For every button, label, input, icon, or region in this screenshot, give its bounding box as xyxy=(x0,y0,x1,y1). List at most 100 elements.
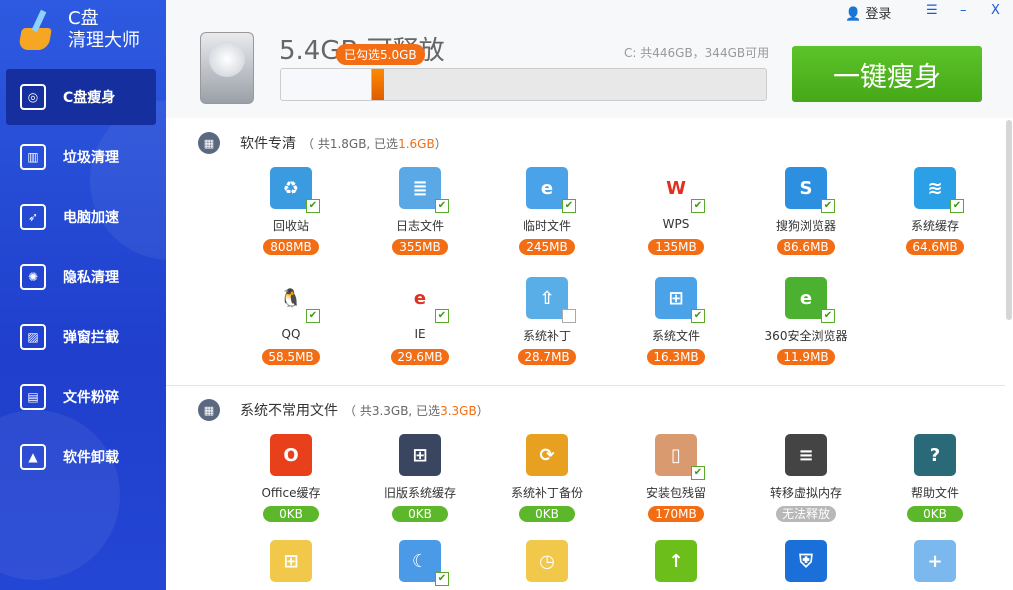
clean-item[interactable]: ▯✔安装包残留170MB xyxy=(616,434,736,522)
item-icon: ⛨ xyxy=(785,540,827,582)
item-size-badge: 135MB xyxy=(648,239,704,255)
item-checkbox[interactable]: ✔ xyxy=(435,572,449,586)
clean-item[interactable]: + xyxy=(875,540,995,582)
sidebar-item-label: C盘瘦身 xyxy=(63,87,115,107)
clean-item[interactable]: S✔搜狗浏览器86.6MB xyxy=(746,167,866,255)
file-icon: ▦ xyxy=(198,399,220,421)
clean-item[interactable]: ? 帮助文件 0KB xyxy=(875,434,995,522)
section-header: ▦软件专清（ 共1.8GB, 已选1.6GB） xyxy=(198,132,447,154)
item-checkbox[interactable]: ✔ xyxy=(691,466,705,480)
section-divider xyxy=(166,385,1005,386)
item-label: 旧版系统缓存 xyxy=(360,484,480,500)
item-checkbox[interactable]: ✔ xyxy=(562,309,576,323)
item-icon: ⊞✔ xyxy=(655,277,697,319)
selected-tooltip: 已勾选5.0GB xyxy=(336,44,425,65)
item-label: 系统文件 xyxy=(616,327,736,343)
privacy-icon: ✺ xyxy=(20,264,46,290)
section-selected: 3.3GB xyxy=(440,404,477,418)
sidebar-item-label: 隐私清理 xyxy=(63,267,119,287)
item-icon: e✔ xyxy=(785,277,827,319)
section-paren: ） xyxy=(435,137,447,151)
hard-disk-icon xyxy=(200,32,254,104)
item-checkbox[interactable]: ✔ xyxy=(691,199,705,213)
item-checkbox[interactable]: ✔ xyxy=(435,199,449,213)
clean-item[interactable]: ≣✔日志文件355MB xyxy=(360,167,480,255)
section-title: 软件专清 xyxy=(240,133,296,153)
clean-item[interactable]: ☾✔ xyxy=(360,540,480,582)
clean-item[interactable]: ⊞旧版系统缓存0KB xyxy=(360,434,480,522)
sidebar-item[interactable]: ▥垃圾清理 xyxy=(6,129,156,185)
item-label: 转移虚拟内存 xyxy=(746,484,866,500)
sidebar-item[interactable]: ◎ C盘瘦身 xyxy=(6,69,156,125)
disk-icon: ◎ xyxy=(20,84,46,110)
sidebar-item[interactable]: ✺ 隐私清理 xyxy=(6,249,156,305)
item-checkbox[interactable]: ✔ xyxy=(306,199,320,213)
item-checkbox[interactable]: ✔ xyxy=(821,309,835,323)
app-subtitle: 清理大师 xyxy=(68,30,140,52)
item-checkbox[interactable]: ✔ xyxy=(691,309,705,323)
sidebar-item[interactable]: ➶电脑加速 xyxy=(6,189,156,245)
clean-item[interactable]: 🐧✔QQ58.5MB xyxy=(231,277,351,365)
sidebar-item[interactable]: ▨弹窗拦截 xyxy=(6,309,156,365)
item-size-badge: 无法释放 xyxy=(776,506,836,522)
item-checkbox[interactable]: ✔ xyxy=(435,309,449,323)
item-icon: ≋✔ xyxy=(914,167,956,209)
clean-item[interactable]: e✔临时文件245MB xyxy=(487,167,607,255)
item-label: 搜狗浏览器 xyxy=(746,217,866,233)
item-size-badge: 64.6MB xyxy=(906,239,963,255)
clean-item[interactable]: e✔360安全浏览器11.9MB xyxy=(746,277,866,365)
clean-item[interactable]: ⇧✔系统补丁28.7MB xyxy=(487,277,607,365)
item-glyph: ⊞ xyxy=(412,445,427,466)
item-glyph: ⇧ xyxy=(539,288,554,309)
item-checkbox[interactable]: ✔ xyxy=(950,199,964,213)
item-glyph: e xyxy=(541,178,553,199)
clean-item[interactable]: ↑ xyxy=(616,540,736,582)
clean-item[interactable]: ≋✔系统缓存64.6MB xyxy=(875,167,995,255)
item-size-badge: 0KB xyxy=(907,506,963,522)
sidebar-item[interactable]: ▲软件卸载 xyxy=(6,429,156,485)
login-button[interactable]: 👤 登录 xyxy=(845,3,891,22)
menu-button[interactable]: ☰ xyxy=(926,3,938,18)
clean-item[interactable]: W✔WPS135MB xyxy=(616,167,736,255)
item-label: 回收站 xyxy=(231,217,351,233)
item-glyph: ⊞ xyxy=(283,551,298,572)
clean-item[interactable]: ⊞✔系统文件16.3MB xyxy=(616,277,736,365)
section-selected: 1.6GB xyxy=(398,137,435,151)
item-label: 帮助文件 xyxy=(875,484,995,500)
close-button[interactable]: X xyxy=(991,3,1000,18)
item-checkbox[interactable]: ✔ xyxy=(821,199,835,213)
minimize-button[interactable]: – xyxy=(960,3,967,18)
clean-item[interactable]: ≡转移虚拟内存无法释放 xyxy=(746,434,866,522)
scrollbar[interactable] xyxy=(1006,120,1012,320)
sidebar-item[interactable]: ▤文件粉碎 xyxy=(6,369,156,425)
item-label: 临时文件 xyxy=(487,217,607,233)
item-size-badge: 16.3MB xyxy=(647,349,704,365)
selection-progress-bar xyxy=(280,68,767,101)
clean-item[interactable]: ◷ xyxy=(487,540,607,582)
clean-item[interactable]: ⊞ xyxy=(231,540,351,582)
sidebar: C盘清理大师 ◎C盘瘦身▥垃圾清理➶电脑加速✺隐私清理▨弹窗拦截▤文件粉碎▲软件… xyxy=(0,0,166,590)
item-glyph: ? xyxy=(930,445,940,466)
clean-item[interactable]: e✔IE29.6MB xyxy=(360,277,480,365)
item-label: 系统补丁 xyxy=(487,327,607,343)
clean-item[interactable]: OOffice缓存0KB xyxy=(231,434,351,522)
one-click-slim-button[interactable]: 一键瘦身 xyxy=(792,46,982,102)
clean-item[interactable]: ⛨ xyxy=(746,540,866,582)
item-size-badge: 58.5MB xyxy=(262,349,319,365)
clean-item[interactable]: ♻✔回收站808MB xyxy=(231,167,351,255)
item-checkbox[interactable]: ✔ xyxy=(562,199,576,213)
item-glyph: 🐧 xyxy=(280,288,302,309)
sidebar-item-label: 文件粉碎 xyxy=(63,387,119,407)
sidebar-item-label: 垃圾清理 xyxy=(63,147,119,167)
item-label: 安装包残留 xyxy=(616,484,736,500)
item-checkbox[interactable]: ✔ xyxy=(306,309,320,323)
item-label: 日志文件 xyxy=(360,217,480,233)
clean-item[interactable]: ⟳系统补丁备份0KB xyxy=(487,434,607,522)
popup-block-icon: ▨ xyxy=(20,324,46,350)
item-glyph: ⊞ xyxy=(668,288,683,309)
item-icon: + xyxy=(914,540,956,582)
section-title: 系统不常用文件 xyxy=(240,400,338,420)
item-size-badge: 0KB xyxy=(263,506,319,522)
item-glyph: ≣ xyxy=(412,178,427,199)
item-icon: ⊞ xyxy=(399,434,441,476)
